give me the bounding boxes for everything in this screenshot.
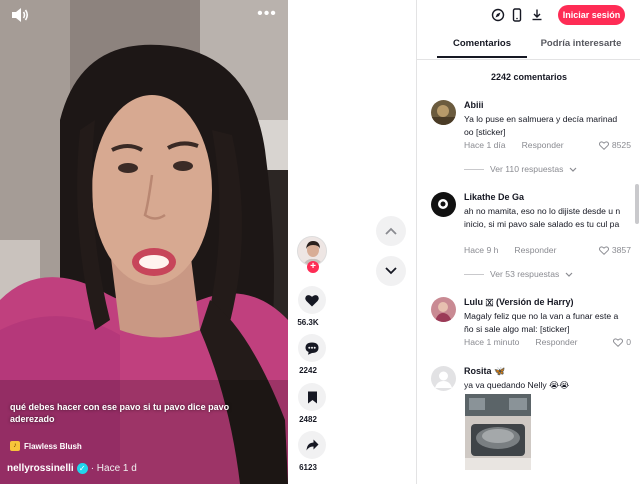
comment-like-count: 0 — [626, 337, 631, 347]
reply-button[interactable]: Responder — [522, 140, 564, 150]
compass-icon[interactable] — [491, 8, 505, 22]
next-video-button[interactable] — [376, 256, 406, 286]
verified-badge-icon: ✓ — [76, 462, 88, 474]
commenter-avatar[interactable] — [431, 297, 456, 322]
music-note-icon: ♪ — [10, 441, 20, 451]
comment-text: ya va quedando Nelly 😭😭 — [464, 380, 570, 390]
comment-button[interactable] — [298, 334, 326, 362]
download-icon[interactable] — [530, 8, 544, 22]
comments-panel: Iniciar sesión Comentarios Podría intere… — [416, 0, 640, 484]
comment-bubble-icon — [305, 342, 319, 355]
tabs-divider — [417, 59, 640, 60]
author-username[interactable]: nellyrossinelli — [7, 463, 74, 474]
like-count: 56.3K — [297, 318, 319, 327]
replies-divider — [464, 273, 484, 275]
commenter-name[interactable]: Likathe De Ga — [464, 192, 524, 202]
video-caption: qué debes hacer con ese pavo si tu pavo … — [10, 402, 230, 424]
author-avatar[interactable]: + — [297, 236, 327, 273]
heart-outline-icon — [598, 140, 609, 150]
comment-time: Hace 9 h — [464, 245, 499, 255]
phone-icon[interactable] — [510, 8, 524, 22]
tab-recommended[interactable]: Podría interesarte — [533, 38, 629, 58]
chevron-down-icon — [565, 272, 573, 277]
view-replies-button[interactable]: Ver 110 respuestas — [464, 164, 577, 174]
chevron-down-icon — [385, 267, 397, 275]
share-count: 6123 — [299, 463, 317, 472]
bookmark-icon — [307, 391, 317, 403]
commenter-avatar[interactable] — [431, 192, 456, 217]
save-button[interactable] — [298, 383, 326, 411]
follow-button[interactable]: + — [307, 261, 319, 273]
more-options-icon[interactable]: ••• — [256, 4, 278, 24]
comment-like-button[interactable]: 3857 — [598, 245, 631, 255]
view-replies-button[interactable]: Ver 53 respuestas — [464, 269, 573, 279]
heart-icon — [305, 294, 319, 306]
comment-text: Magaly feliz que no la van a funar este … — [464, 311, 619, 334]
heart-outline-icon — [598, 245, 609, 255]
commenter-avatar[interactable] — [431, 366, 456, 391]
tiktok-video-page: ••• qué debes hacer con ese pavo si tu p… — [0, 0, 640, 484]
comment-text: Ya lo puse en salmuera y decía marinad o… — [464, 114, 618, 137]
comment-item: Abiii Ya lo puse en salmuera y decía mar… — [431, 100, 631, 180]
comment-like-count: 3857 — [611, 245, 631, 255]
comment-time: Hace 1 minuto — [464, 337, 520, 347]
video-player[interactable]: ••• qué debes hacer con ese pavo si tu p… — [0, 0, 288, 484]
share-button[interactable] — [298, 431, 326, 459]
comment-count-badge: 2242 — [299, 366, 317, 375]
comment-photo[interactable] — [465, 394, 531, 470]
heart-outline-icon — [613, 337, 624, 347]
author-row: nellyrossinelli ✓ · Hace 1 d — [7, 460, 137, 476]
like-button[interactable] — [298, 286, 326, 314]
comment-like-button[interactable]: 8525 — [598, 140, 631, 150]
replies-divider — [464, 168, 484, 170]
comment-like-button[interactable]: 0 — [613, 337, 631, 347]
music-title: Flawless Blush — [24, 441, 82, 451]
commenter-name[interactable]: Rosita 🦋 — [464, 366, 505, 377]
view-replies-label: Ver 110 respuestas — [490, 164, 564, 174]
chevron-up-icon — [385, 227, 397, 235]
comment-item: Lulu 🇽 (Versión de Harry) Magaly feliz q… — [431, 297, 631, 353]
tab-comments[interactable]: Comentarios — [437, 38, 527, 58]
commenter-avatar[interactable] — [431, 100, 456, 125]
save-count: 2482 — [299, 415, 317, 424]
comment-item: Rosita 🦋 ya va quedando Nelly 😭😭 — [431, 366, 629, 476]
reply-button[interactable]: Responder — [535, 337, 577, 347]
commenter-name[interactable]: Lulu 🇽 (Versión de Harry) — [464, 297, 574, 308]
scrollbar-track[interactable] — [634, 68, 640, 484]
comment-text: ah no mamita, eso no lo dijiste desde u … — [464, 206, 621, 229]
comment-meta: Hace 1 minuto Responder — [464, 337, 624, 347]
post-time: · Hace 1 d — [90, 462, 137, 474]
previous-video-button[interactable] — [376, 216, 406, 246]
music-link[interactable]: ♪ Flawless Blush — [10, 439, 82, 453]
video-top-bar: ••• — [0, 0, 288, 30]
commenter-name[interactable]: Abiii — [464, 100, 484, 110]
comment-like-count: 8525 — [611, 140, 631, 150]
reply-button[interactable]: Responder — [514, 245, 556, 255]
comment-time: Hace 1 día — [464, 140, 506, 150]
chevron-down-icon — [569, 167, 577, 172]
share-arrow-icon — [306, 439, 318, 451]
view-replies-label: Ver 53 respuestas — [490, 269, 560, 279]
comment-item: Likathe De Ga ah no mamita, eso no lo di… — [431, 192, 631, 282]
comments-total: 2242 comentarios — [490, 72, 568, 82]
scrollbar-thumb[interactable] — [635, 184, 639, 224]
login-button[interactable]: Iniciar sesión — [558, 5, 625, 25]
volume-icon[interactable] — [10, 6, 30, 24]
